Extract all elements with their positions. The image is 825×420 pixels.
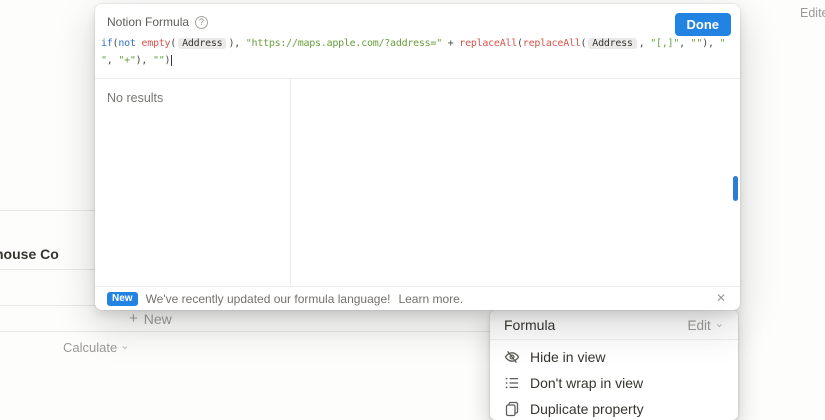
menu-item-label: Don't wrap in view xyxy=(530,375,643,391)
edited-status-text: Edite xyxy=(800,6,825,20)
scrollbar-thumb[interactable] xyxy=(733,176,738,201)
list-icon xyxy=(504,375,520,391)
menu-item-duplicate-property[interactable]: Duplicate property xyxy=(490,396,738,420)
done-button[interactable]: Done xyxy=(675,13,732,36)
table-cell-value[interactable]: house Co xyxy=(0,246,59,262)
menu-item-label: Duplicate property xyxy=(530,401,644,417)
duplicate-icon xyxy=(504,401,520,417)
help-icon[interactable]: ? xyxy=(195,16,208,29)
plus-icon: + xyxy=(129,310,138,327)
close-icon[interactable]: ✕ xyxy=(716,291,726,305)
suggestions-pane: No results xyxy=(95,79,291,286)
modal-title: Notion Formula xyxy=(107,15,189,29)
new-row-label: New xyxy=(144,311,172,327)
formula-input[interactable]: if(not empty(Address), "https://maps.app… xyxy=(95,30,740,79)
edit-label: Edit xyxy=(688,318,711,333)
no-results-text: No results xyxy=(107,91,278,105)
property-menu-header: Formula Edit ⌄ xyxy=(490,310,738,339)
formula-editor-modal: Notion Formula ? Done if(not empty(Addre… xyxy=(95,4,740,310)
table-new-row-button[interactable]: + New xyxy=(129,310,172,327)
menu-item-label: Hide in view xyxy=(530,349,605,365)
banner-text: We've recently updated our formula langu… xyxy=(146,292,391,306)
chevron-down-icon: ⌄ xyxy=(715,319,724,330)
property-menu: Formula Edit ⌄ Hide in view xyxy=(490,310,738,420)
menu-divider xyxy=(490,339,738,340)
table-bottom-line xyxy=(0,331,490,332)
calculate-label: Calculate xyxy=(63,340,117,355)
learn-more-link[interactable]: Learn more. xyxy=(398,292,463,306)
modal-body: No results xyxy=(95,79,740,286)
update-banner: New We've recently updated our formula l… xyxy=(95,286,740,310)
preview-pane xyxy=(291,79,740,286)
eye-slash-icon xyxy=(504,349,520,365)
menu-item-hide-in-view[interactable]: Hide in view xyxy=(490,344,738,370)
edit-property-button[interactable]: Edit ⌄ xyxy=(688,318,724,333)
chevron-down-icon: ⌄ xyxy=(120,341,129,352)
modal-header: Notion Formula ? Done xyxy=(95,4,740,30)
new-badge: New xyxy=(107,292,138,306)
property-menu-title: Formula xyxy=(504,317,555,333)
calculate-dropdown[interactable]: Calculate ⌄ xyxy=(63,340,129,355)
menu-item-dont-wrap-in-view[interactable]: Don't wrap in view xyxy=(490,370,738,396)
